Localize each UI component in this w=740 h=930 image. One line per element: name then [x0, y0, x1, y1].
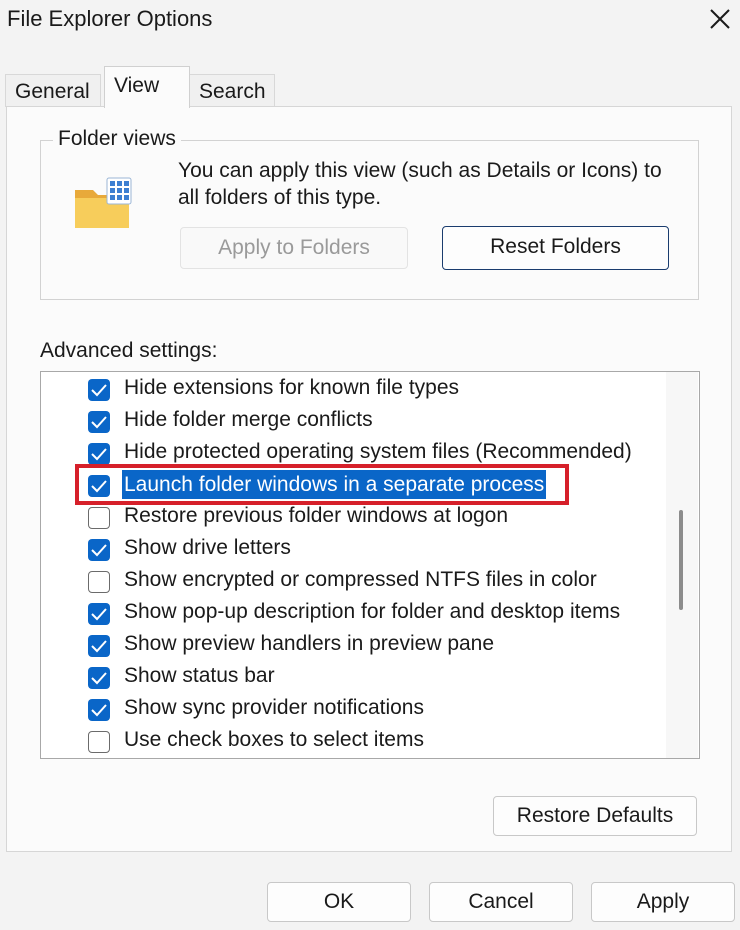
- checkbox-unchecked[interactable]: [88, 571, 110, 593]
- list-item-label: Show sync provider notifications: [124, 696, 424, 719]
- checkbox-checked[interactable]: [88, 411, 110, 433]
- list-item-label: Hide folder merge conflicts: [124, 408, 373, 431]
- checkmark-icon: [91, 416, 107, 429]
- checkbox-unchecked[interactable]: [88, 731, 110, 753]
- list-item[interactable]: Hide extensions for known file types: [48, 374, 658, 406]
- checkbox-checked[interactable]: [88, 379, 110, 401]
- close-button[interactable]: [704, 4, 736, 36]
- checkmark-icon: [91, 544, 107, 557]
- highlight-box: [75, 464, 569, 505]
- list-item[interactable]: Use check boxes to select items: [48, 726, 658, 758]
- checkbox-checked[interactable]: [88, 539, 110, 561]
- checkmark-icon: [91, 672, 107, 685]
- checkbox-checked[interactable]: [88, 699, 110, 721]
- list-item[interactable]: Show sync provider notifications: [48, 694, 658, 726]
- ok-button[interactable]: OK: [267, 882, 411, 922]
- reset-folders-button[interactable]: Reset Folders: [442, 226, 669, 270]
- scrollbar-thumb[interactable]: [679, 510, 683, 610]
- list-item-label: Show drive letters: [124, 536, 291, 559]
- folder-view-icon: [73, 176, 135, 232]
- checkmark-icon: [91, 704, 107, 717]
- restore-defaults-button[interactable]: Restore Defaults: [493, 796, 697, 836]
- window-title: File Explorer Options: [7, 6, 213, 31]
- list-item-label: Hide extensions for known file types: [124, 376, 460, 399]
- checkmark-icon: [91, 384, 107, 397]
- checkbox-checked[interactable]: [88, 667, 110, 689]
- list-item-label: Hide protected operating system files (R…: [124, 440, 632, 463]
- list-item-label: Restore previous folder windows at logon: [124, 504, 509, 527]
- checkbox-checked[interactable]: [88, 443, 110, 465]
- list-item[interactable]: Restore previous folder windows at logon: [48, 502, 658, 534]
- list-item-label: Show pop-up description for folder and d…: [124, 600, 621, 623]
- checkbox-unchecked[interactable]: [88, 507, 110, 529]
- list-item[interactable]: Show drive letters: [48, 534, 658, 566]
- list-item-label: Show status bar: [124, 664, 275, 687]
- list-item[interactable]: Show encrypted or compressed NTFS files …: [48, 566, 658, 598]
- folder-views-label: Folder views: [53, 127, 181, 151]
- close-icon: [710, 9, 730, 29]
- advanced-settings-label: Advanced settings:: [40, 339, 218, 362]
- tab-strip: General View Search: [0, 66, 740, 108]
- apply-to-folders-button[interactable]: Apply to Folders: [180, 227, 408, 269]
- checkmark-icon: [91, 448, 107, 461]
- list-item[interactable]: Show pop-up description for folder and d…: [48, 598, 658, 630]
- tab-search[interactable]: Search: [189, 74, 275, 107]
- list-item-label: Show encrypted or compressed NTFS files …: [124, 568, 597, 591]
- checkbox-checked[interactable]: [88, 603, 110, 625]
- list-item[interactable]: Show status bar: [48, 662, 658, 694]
- checkmark-icon: [91, 608, 107, 621]
- checkmark-icon: [91, 640, 107, 653]
- list-item[interactable]: Hide folder merge conflicts: [48, 406, 658, 438]
- title-bar: File Explorer Options: [0, 0, 740, 50]
- checkbox-checked[interactable]: [88, 635, 110, 657]
- cancel-button[interactable]: Cancel: [429, 882, 573, 922]
- apply-button[interactable]: Apply: [591, 882, 735, 922]
- tab-view[interactable]: View: [104, 66, 190, 108]
- tab-general[interactable]: General: [5, 74, 101, 107]
- list-item-label: Show preview handlers in preview pane: [124, 632, 495, 655]
- folder-views-description: You can apply this view (such as Details…: [178, 159, 662, 209]
- list-item[interactable]: Show preview handlers in preview pane: [48, 630, 658, 662]
- list-item-label: Use check boxes to select items: [124, 728, 424, 751]
